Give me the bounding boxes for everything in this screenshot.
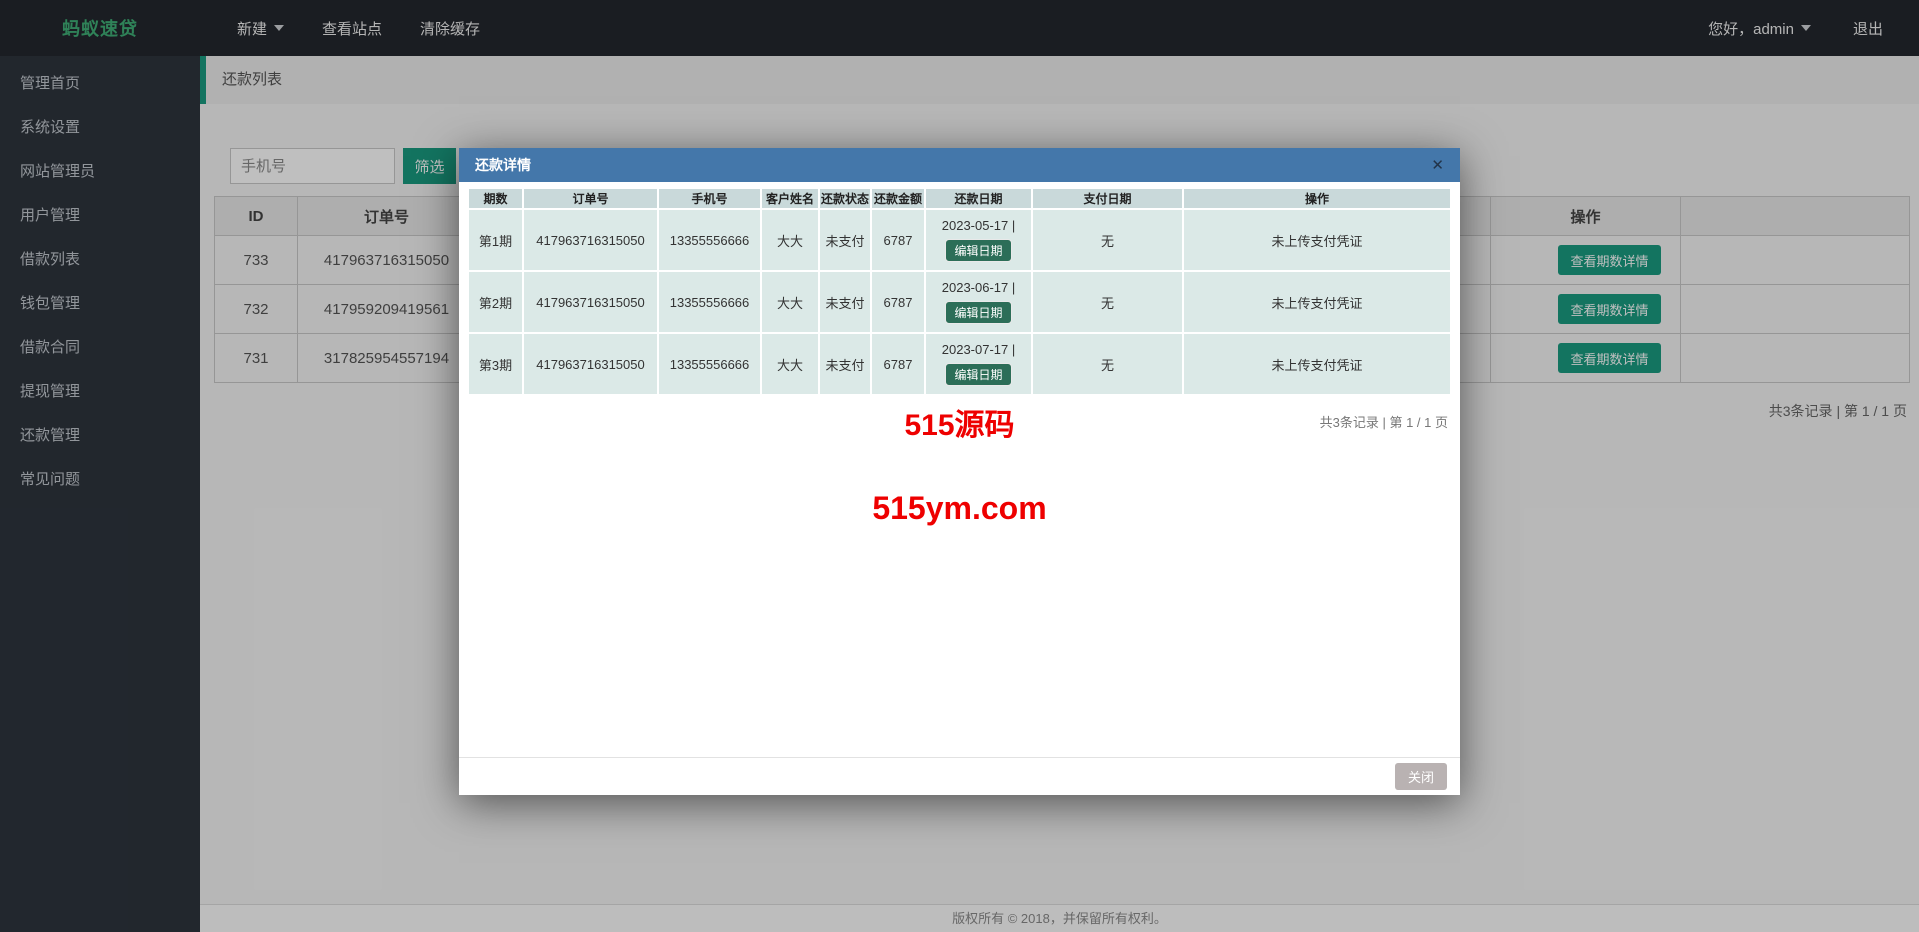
voucher-status: 未上传支付凭证 — [1183, 271, 1451, 333]
modal-header: 还款详情 ✕ — [459, 148, 1460, 182]
edit-date-button[interactable]: 编辑日期 — [945, 239, 1011, 262]
watermark-text: 515源码 — [904, 400, 1014, 444]
amount: 6787 — [871, 333, 925, 395]
pay-date: 无 — [1032, 333, 1183, 395]
edit-date-button[interactable]: 编辑日期 — [945, 363, 1011, 386]
modal-pagination-row: 515源码 共3条记录 | 第 1 / 1 页 — [467, 402, 1452, 438]
table-row: 第2期 417963716315050 13355556666 大大 未支付 6… — [468, 271, 1451, 333]
status: 未支付 — [819, 209, 871, 271]
order-no: 417963716315050 — [523, 333, 658, 395]
edit-date-button[interactable]: 编辑日期 — [945, 301, 1011, 324]
detail-header-order-no: 订单号 — [523, 188, 658, 209]
status: 未支付 — [819, 333, 871, 395]
repayment-detail-modal: 还款详情 ✕ 期数 订单号 手机号 客户姓名 还款状态 还款金额 还款日期 支付… — [459, 148, 1460, 795]
pay-date: 无 — [1032, 271, 1183, 333]
detail-header-period: 期数 — [468, 188, 523, 209]
close-button[interactable]: 关闭 — [1395, 763, 1447, 790]
order-no: 417963716315050 — [523, 209, 658, 271]
modal-body: 期数 订单号 手机号 客户姓名 还款状态 还款金额 还款日期 支付日期 操作 第… — [459, 182, 1460, 757]
amount: 6787 — [871, 209, 925, 271]
voucher-status: 未上传支付凭证 — [1183, 333, 1451, 395]
status: 未支付 — [819, 271, 871, 333]
table-row: 第3期 417963716315050 13355556666 大大 未支付 6… — [468, 333, 1451, 395]
watermark-url: 515ym.com — [467, 490, 1452, 527]
order-no: 417963716315050 — [523, 271, 658, 333]
phone: 13355556666 — [658, 209, 761, 271]
detail-header-status: 还款状态 — [819, 188, 871, 209]
customer: 大大 — [761, 271, 819, 333]
detail-header-action: 操作 — [1183, 188, 1451, 209]
table-row: 第1期 417963716315050 13355556666 大大 未支付 6… — [468, 209, 1451, 271]
detail-header-customer: 客户姓名 — [761, 188, 819, 209]
customer: 大大 — [761, 209, 819, 271]
modal-footer: 关闭 — [459, 757, 1460, 795]
repay-date: 2023-05-17 | — [928, 218, 1029, 233]
detail-header-row: 期数 订单号 手机号 客户姓名 还款状态 还款金额 还款日期 支付日期 操作 — [468, 188, 1451, 209]
repay-date: 2023-06-17 | — [928, 280, 1029, 295]
detail-header-pay-date: 支付日期 — [1032, 188, 1183, 209]
close-icon[interactable]: ✕ — [1427, 156, 1448, 175]
period: 第3期 — [468, 333, 523, 395]
detail-header-phone: 手机号 — [658, 188, 761, 209]
repayment-detail-table: 期数 订单号 手机号 客户姓名 还款状态 还款金额 还款日期 支付日期 操作 第… — [467, 187, 1452, 396]
detail-header-amount: 还款金额 — [871, 188, 925, 209]
phone: 13355556666 — [658, 333, 761, 395]
period: 第2期 — [468, 271, 523, 333]
repay-date-cell: 2023-06-17 | 编辑日期 — [925, 271, 1032, 333]
repay-date-cell: 2023-05-17 | 编辑日期 — [925, 209, 1032, 271]
modal-pagination: 共3条记录 | 第 1 / 1 页 — [1320, 412, 1448, 431]
repay-date-cell: 2023-07-17 | 编辑日期 — [925, 333, 1032, 395]
detail-header-repay-date: 还款日期 — [925, 188, 1032, 209]
customer: 大大 — [761, 333, 819, 395]
amount: 6787 — [871, 271, 925, 333]
period: 第1期 — [468, 209, 523, 271]
modal-title: 还款详情 — [475, 155, 531, 175]
phone: 13355556666 — [658, 271, 761, 333]
voucher-status: 未上传支付凭证 — [1183, 209, 1451, 271]
pay-date: 无 — [1032, 209, 1183, 271]
repay-date: 2023-07-17 | — [928, 342, 1029, 357]
